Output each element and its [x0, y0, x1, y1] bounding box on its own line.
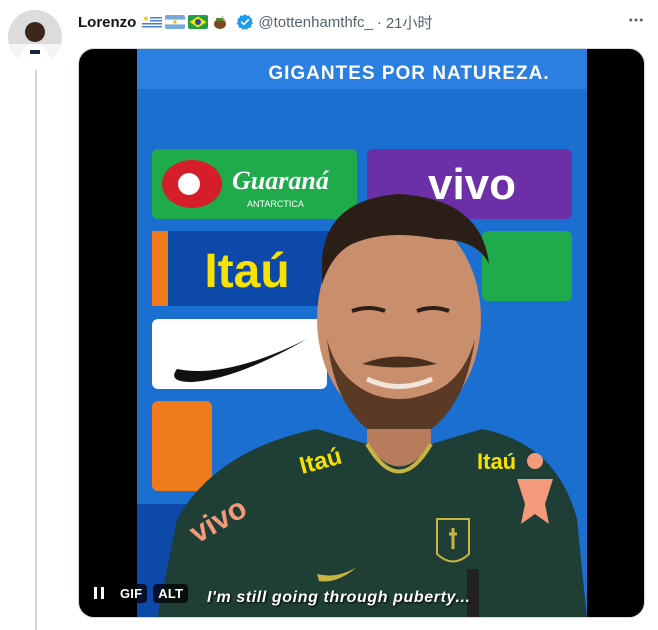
mate-emoji-icon — [211, 15, 232, 29]
brazil-flag-icon — [188, 15, 209, 29]
verified-badge-icon — [237, 14, 254, 30]
timestamp[interactable]: 21小时 — [386, 12, 433, 33]
argentina-flag-icon — [165, 15, 186, 29]
author-name[interactable]: Lorenzo — [78, 14, 136, 31]
gif-subtitle: I'm still going through puberty... — [207, 589, 471, 606]
avatar-image — [8, 10, 62, 64]
sponsor-guarana-text: Guaraná — [232, 166, 330, 195]
gif-badge: GIF — [115, 583, 148, 603]
tweet-header: Lorenzo @tottenhamthfc_ · 21小时 — [78, 10, 646, 34]
alt-text-button[interactable]: ALT — [153, 583, 189, 603]
flag-emojis — [142, 15, 232, 29]
shirt-itau-right-text: Itaú — [477, 449, 516, 474]
separator-dot: · — [376, 13, 382, 31]
thread-line — [35, 70, 37, 630]
avatar[interactable] — [8, 10, 62, 64]
uruguay-flag-icon — [142, 15, 163, 29]
gif-media[interactable]: GIGANTES POR NATUREZA. Guaraná ANTARCTIC… — [78, 48, 645, 618]
sign-top-text: GIGANTES POR NATUREZA. — [268, 63, 549, 84]
ellipsis-icon — [629, 18, 643, 22]
sponsor-antarctica-text: ANTARCTICA — [247, 199, 304, 209]
sponsor-itau-text: Itaú — [204, 245, 289, 298]
media-controls: GIF ALT — [89, 583, 189, 603]
pause-button[interactable] — [89, 583, 109, 603]
more-options-button[interactable] — [624, 8, 648, 32]
author-handle[interactable]: @tottenhamthfc_ — [258, 14, 372, 31]
sponsor-vivo-text: vivo — [428, 160, 516, 209]
gif-frame-image: GIGANTES POR NATUREZA. Guaraná ANTARCTIC… — [137, 49, 587, 617]
pause-icon — [94, 587, 104, 599]
